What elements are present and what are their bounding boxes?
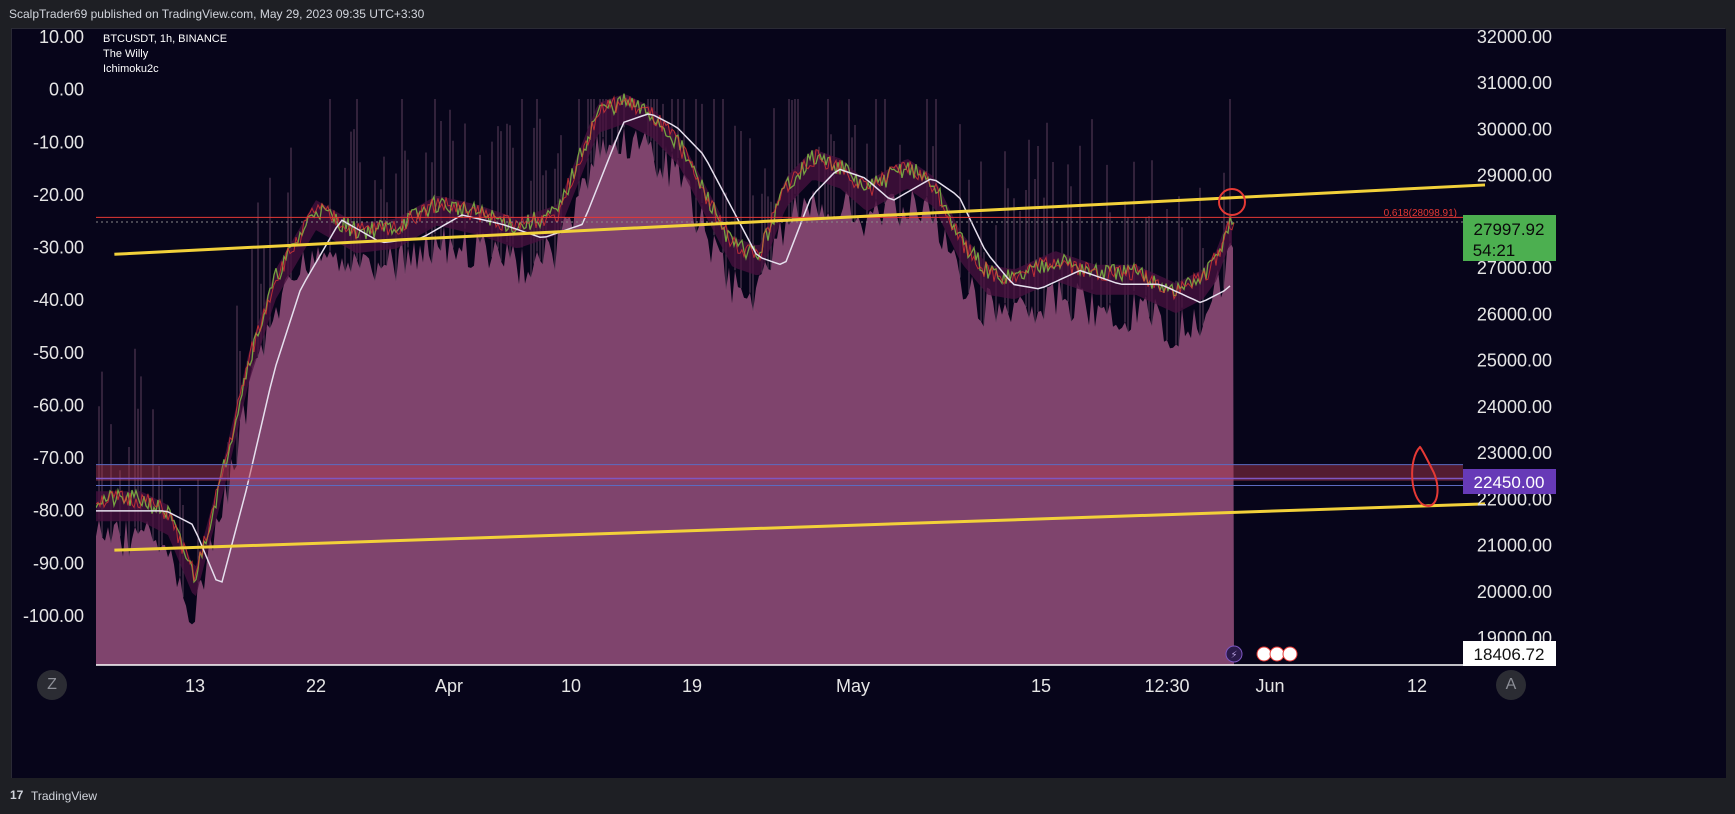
left-axis-tick: -60.00 bbox=[33, 395, 84, 415]
last-price-badge: 27997.92 54:21 bbox=[1463, 215, 1556, 261]
footer: 17 TradingView bbox=[0, 778, 1735, 814]
published-text: ScalpTrader69 published on TradingView.c… bbox=[9, 7, 425, 21]
right-axis-tick: 30000.00 bbox=[1477, 119, 1552, 139]
tradingview-logo-icon: 17 bbox=[10, 788, 24, 802]
left-axis-tick: -90.00 bbox=[33, 553, 84, 573]
right-axis-tick: 27000.00 bbox=[1477, 258, 1552, 278]
left-axis-tick: -30.00 bbox=[33, 238, 84, 258]
left-axis-tick: -40.00 bbox=[33, 290, 84, 310]
right-axis-tick: 24000.00 bbox=[1477, 397, 1552, 417]
right-axis-tick: 25000.00 bbox=[1477, 351, 1552, 371]
right-axis-tick: 29000.00 bbox=[1477, 166, 1552, 186]
legend-indicator-willy: The Willy bbox=[103, 48, 149, 60]
left-axis-tick: -100.00 bbox=[23, 606, 84, 626]
left-axis-tick: 0.00 bbox=[49, 80, 84, 100]
x-axis-tick: 13 bbox=[185, 676, 205, 696]
right-axis-tick: 26000.00 bbox=[1477, 304, 1552, 324]
event-markers[interactable]: ⚡ bbox=[1225, 645, 1298, 663]
left-axis-tick: -80.00 bbox=[33, 501, 84, 521]
zoom-reset-button[interactable]: Z bbox=[37, 670, 67, 700]
svg-text:⚡: ⚡ bbox=[1230, 650, 1237, 661]
us-flag-icon[interactable] bbox=[1269, 646, 1285, 662]
left-axis-tick: -70.00 bbox=[33, 448, 84, 468]
left-axis-tick: -20.00 bbox=[33, 185, 84, 205]
fib-label: 0.618(28098.91) bbox=[1384, 208, 1457, 219]
footer-brand: TradingView bbox=[31, 789, 98, 803]
right-axis-tick: 32000.00 bbox=[1477, 29, 1552, 47]
x-axis-tick: 12 bbox=[1407, 676, 1427, 696]
low-badge: 18406.72 bbox=[1463, 641, 1556, 666]
right-axis-tick: 20000.00 bbox=[1477, 582, 1552, 602]
chart-panel[interactable]: 10.00 0.00 -10.00 -20.00 -30.00 -40.00 -50.00 -… bbox=[11, 28, 1726, 779]
level-badge: 22450.00 bbox=[1463, 469, 1556, 494]
right-axis-tick: 23000.00 bbox=[1477, 443, 1552, 463]
x-axis-tick: 22 bbox=[306, 676, 326, 696]
x-axis-tick: 12:30 bbox=[1144, 676, 1189, 696]
x-axis-tick: Jun bbox=[1255, 676, 1284, 696]
auto-scale-button[interactable]: A bbox=[1496, 670, 1526, 700]
level-badge-value: 22450.00 bbox=[1474, 473, 1545, 492]
x-axis-tick: 15 bbox=[1031, 676, 1051, 696]
legend-indicator-ichimoku: Ichimoku2c bbox=[103, 63, 159, 75]
left-axis-tick: 10.00 bbox=[39, 29, 84, 47]
bar-countdown: 54:21 bbox=[1473, 241, 1516, 260]
x-axis-tick: May bbox=[836, 676, 870, 696]
us-flag-icon[interactable] bbox=[1256, 646, 1272, 662]
left-axis-tick: -10.00 bbox=[33, 132, 84, 152]
right-axis-tick: 31000.00 bbox=[1477, 73, 1552, 93]
legend-symbol: BTCUSDT, 1h, BINANCE bbox=[103, 33, 227, 45]
chart-svg[interactable]: 10.00 0.00 -10.00 -20.00 -30.00 -40.00 -50.00 -… bbox=[12, 29, 1726, 779]
us-flag-icon[interactable] bbox=[1282, 646, 1298, 662]
left-axis-tick: -50.00 bbox=[33, 343, 84, 363]
right-axis-tick: 21000.00 bbox=[1477, 536, 1552, 556]
x-axis-tick: 19 bbox=[682, 676, 702, 696]
x-axis-tick: 10 bbox=[561, 676, 581, 696]
low-badge-value: 18406.72 bbox=[1474, 645, 1545, 664]
x-axis-tick: Apr bbox=[435, 676, 463, 696]
publish-header: ScalpTrader69 published on TradingView.c… bbox=[0, 0, 1735, 28]
last-price-value: 27997.92 bbox=[1474, 220, 1545, 239]
